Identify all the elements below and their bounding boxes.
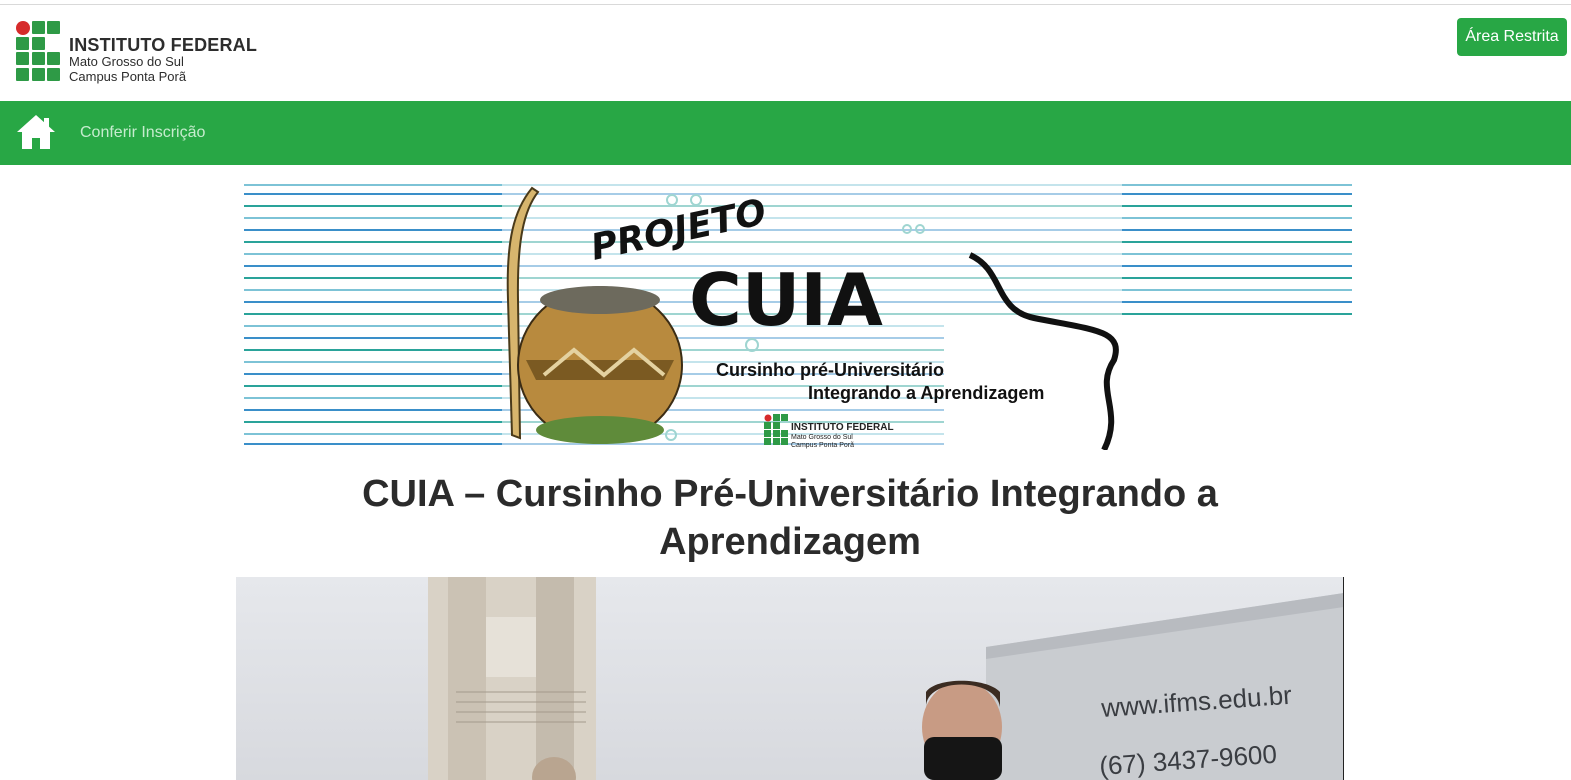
project-banner-art: PROJETO CUIA Cursinho pré-Universitário …	[244, 180, 1352, 450]
project-banner: PROJETO CUIA Cursinho pré-Universitário …	[244, 180, 1352, 450]
nav-link-conferir-inscricao[interactable]: Conferir Inscrição	[80, 124, 205, 142]
svg-text:Campus Ponta Porã: Campus Ponta Porã	[791, 442, 854, 449]
ifms-logo-mark	[16, 21, 62, 83]
logo-subtitle-state: Mato Grosso do Sul	[69, 54, 184, 69]
site-header: INSTITUTO FEDERAL Mato Grosso do Sul Cam…	[0, 5, 1571, 101]
logo-subtitle-campus: Campus Ponta Porã	[69, 69, 187, 84]
ifms-logo[interactable]: INSTITUTO FEDERAL Mato Grosso do Sul Cam…	[16, 21, 258, 89]
banner-title-main: CUIA	[689, 258, 883, 342]
banner-subtitle-2: Integrando a Aprendizagem	[808, 383, 1044, 403]
svg-text:INSTITUTO FEDERAL: INSTITUTO FEDERAL	[791, 422, 894, 433]
page-title: CUIA – Cursinho Pré-Universitário Integr…	[362, 473, 1218, 563]
campus-photo: www.ifms.edu.br (67) 3437-9600	[236, 577, 1344, 780]
main-navbar: Conferir Inscrição	[0, 101, 1571, 165]
logo-title: INSTITUTO FEDERAL	[69, 35, 258, 55]
restricted-area-button[interactable]: Área Restrita	[1457, 18, 1567, 56]
banner-subtitle-1: Cursinho pré-Universitário	[716, 360, 944, 380]
svg-text:Mato Grosso do Sul: Mato Grosso do Sul	[791, 434, 853, 441]
home-icon[interactable]	[15, 113, 57, 151]
